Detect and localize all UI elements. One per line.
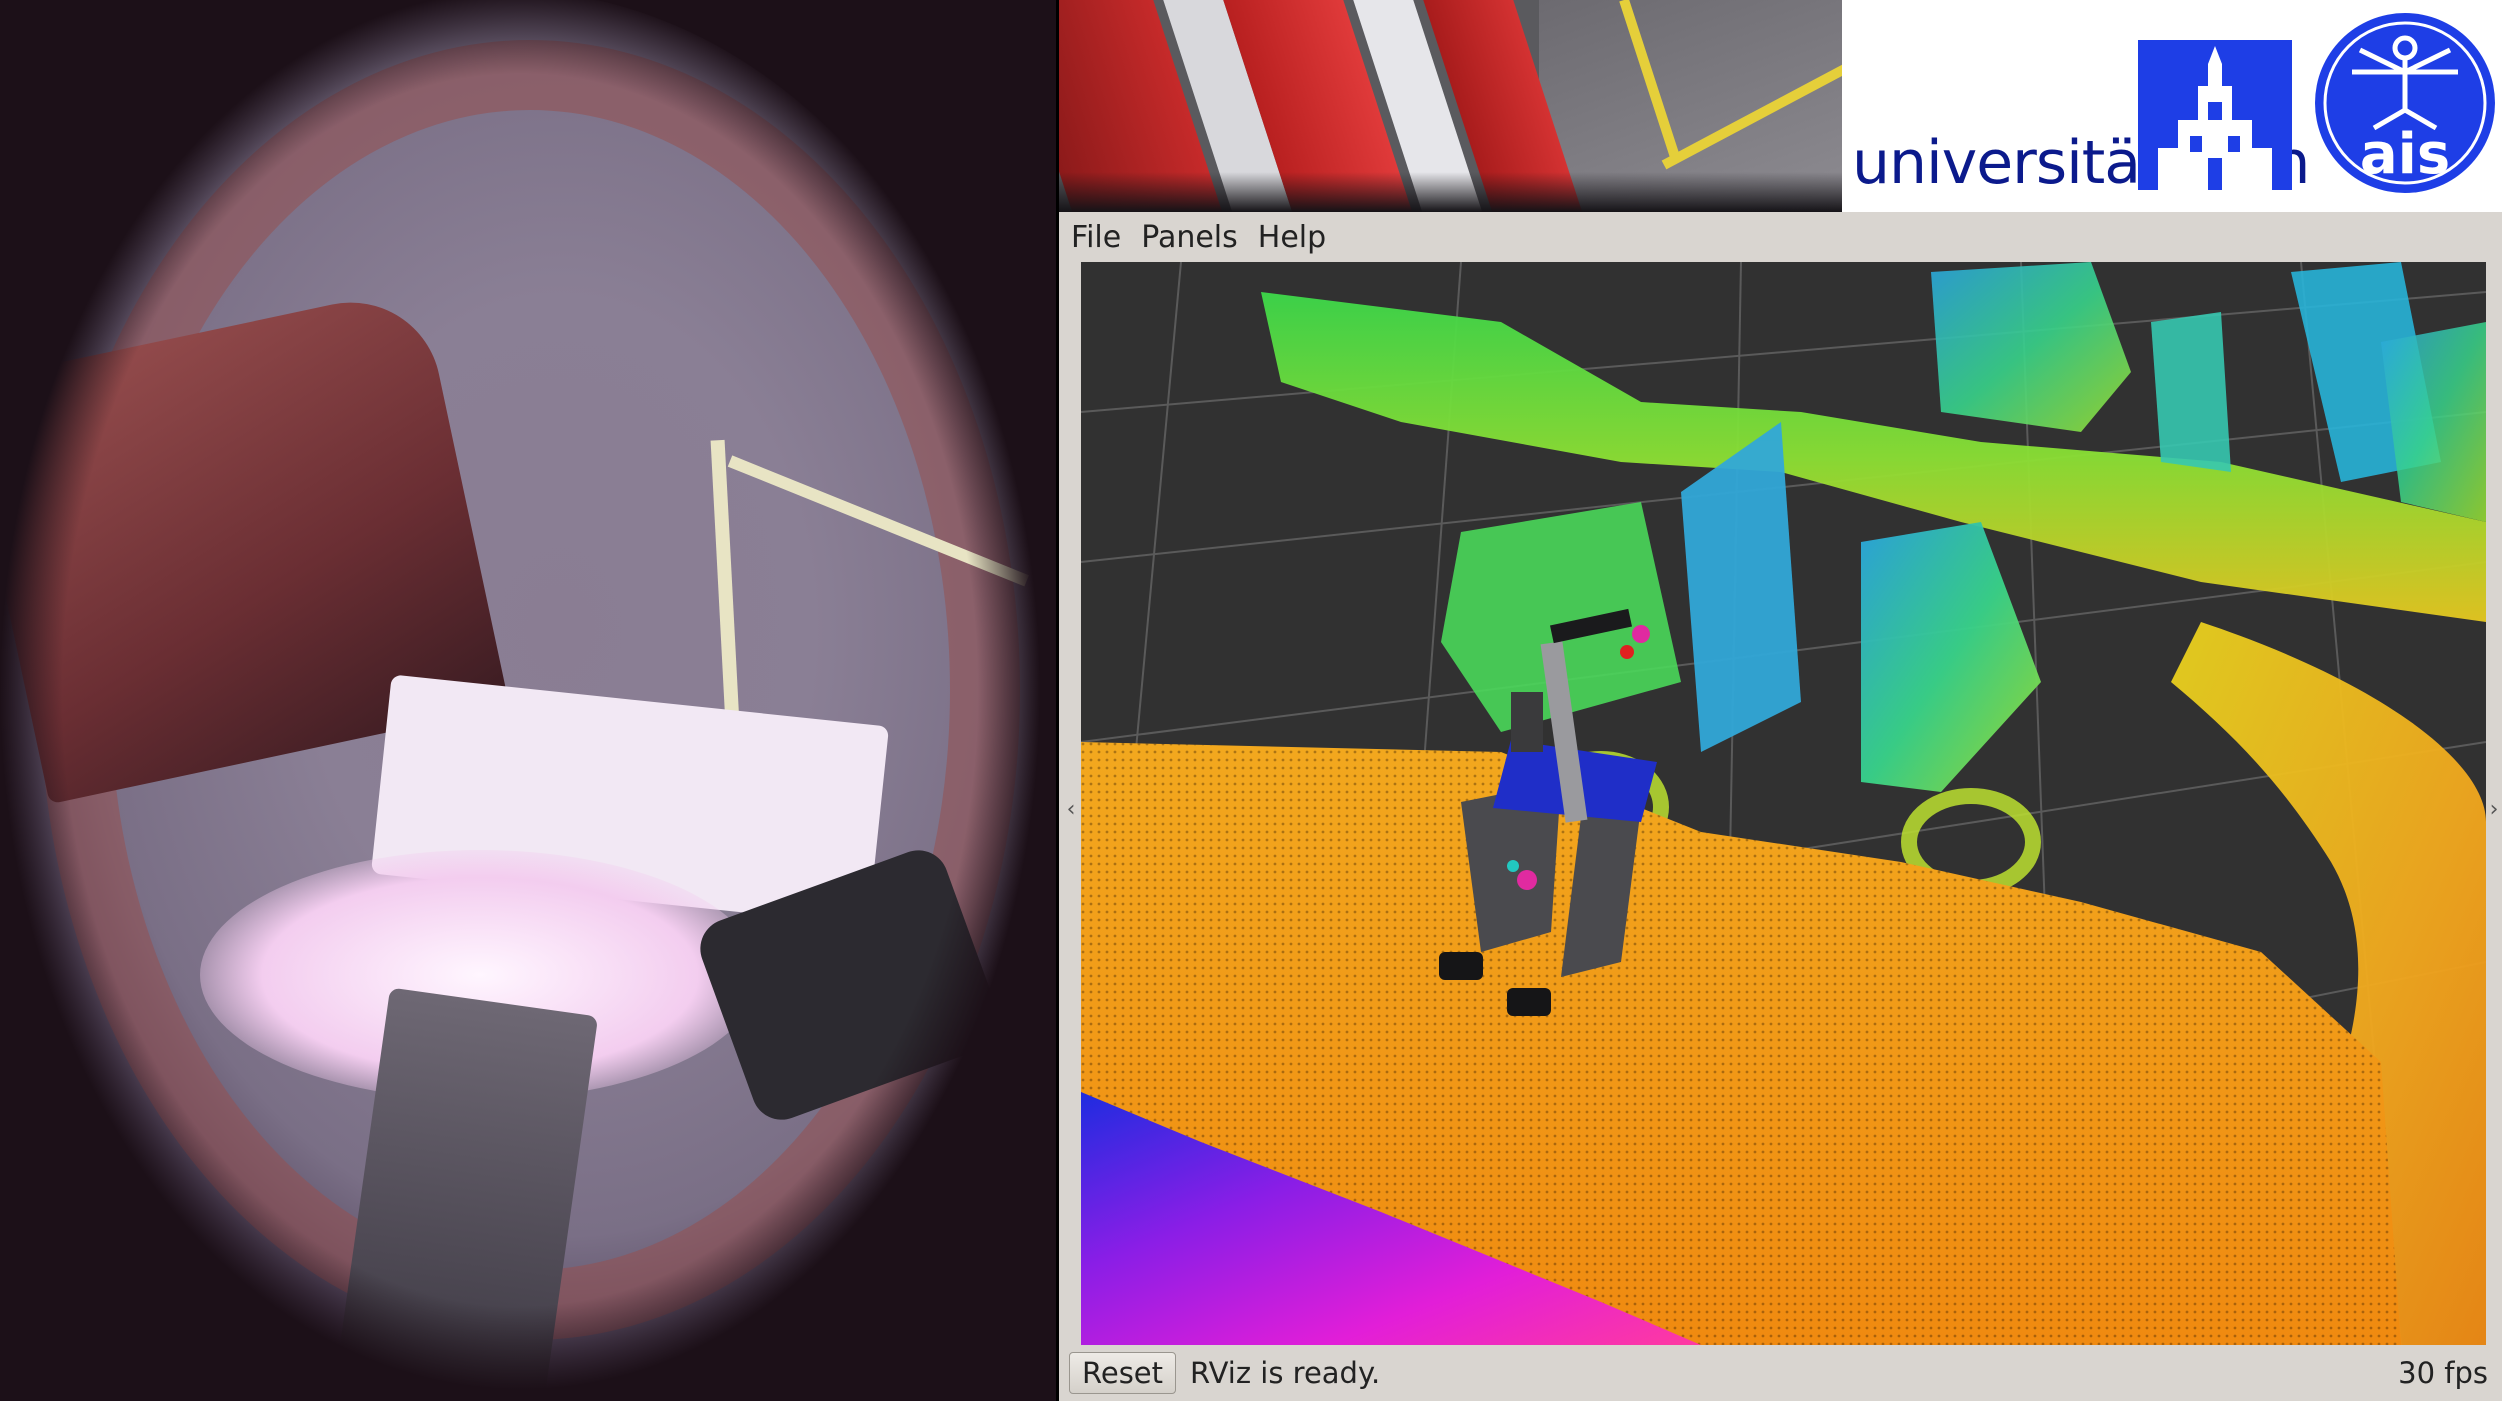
wall-scan [2381, 322, 2486, 522]
camera-shadow [1059, 172, 1842, 212]
ais-logo-text: ais [2359, 122, 2451, 187]
menu-help[interactable]: Help [1248, 220, 1336, 255]
menu-file[interactable]: File [1059, 220, 1131, 255]
lens-vignette [0, 0, 1056, 1401]
right-panel-collapse-handle[interactable]: › [2486, 792, 2502, 828]
vehicle-scan [1861, 522, 2041, 792]
rviz-window: File Panels Help ‹ › Reset RViz is ready… [1059, 212, 2502, 1401]
status-bar: Reset RViz is ready. 30 fps [1059, 1345, 2502, 1401]
3d-viewport[interactable] [1081, 262, 2486, 1345]
wordmark-light: universität [1852, 128, 2164, 198]
point-cloud-render [1081, 262, 2486, 1345]
logo-banner: universitätbonn [1842, 0, 2502, 212]
top-camera-view [1059, 0, 1842, 212]
left-panel-collapse-handle[interactable]: ‹ [1063, 792, 1079, 828]
wall-scan [2151, 312, 2231, 472]
wall-scan [1931, 262, 2131, 432]
menu-panels[interactable]: Panels [1131, 220, 1248, 255]
reset-button[interactable]: Reset [1069, 1352, 1177, 1394]
menu-bar: File Panels Help [1059, 212, 2502, 262]
fps-readout: 30 fps [2398, 1356, 2488, 1390]
university-bonn-emblem [2138, 40, 2292, 190]
ais-logo: ais [2312, 10, 2498, 196]
vehicle-scan [1681, 422, 1801, 752]
status-message: RViz is ready. [1190, 1356, 1381, 1390]
fisheye-camera-view [0, 0, 1056, 1401]
